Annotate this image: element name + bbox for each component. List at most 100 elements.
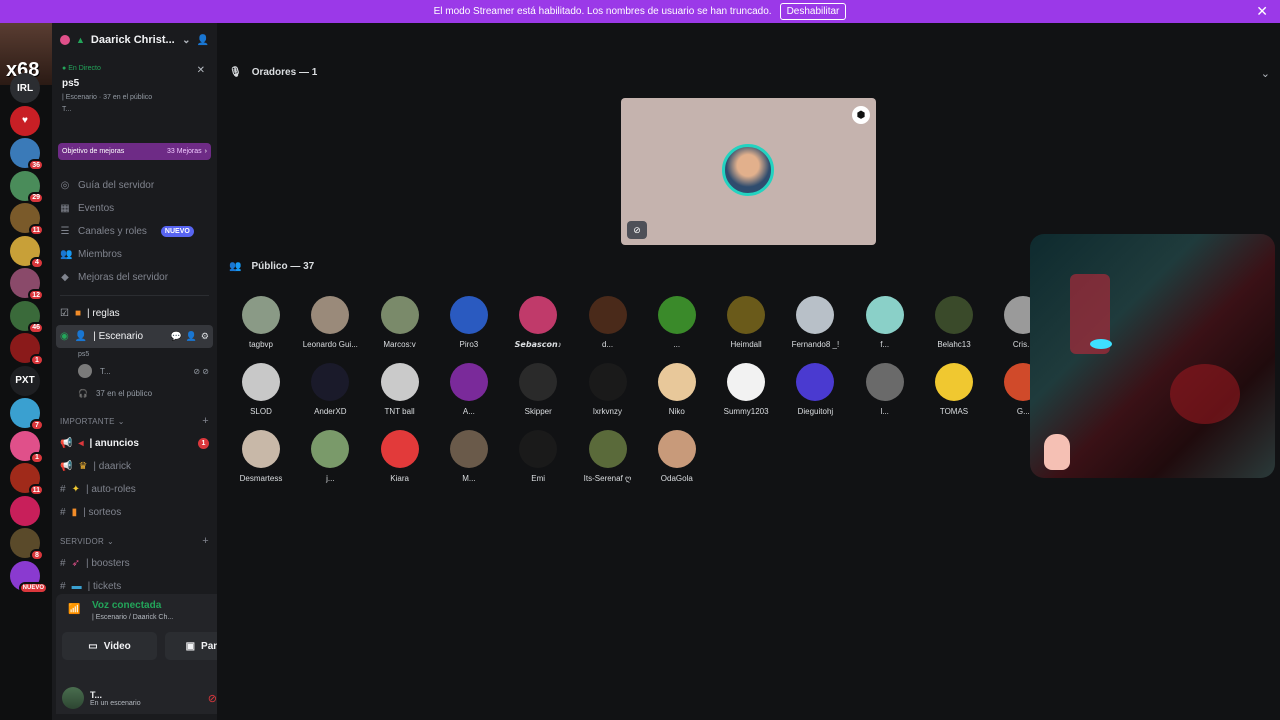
speaker-tile[interactable]: ⬢ ⊘ xyxy=(621,98,876,245)
audience-name: Marcos:v xyxy=(383,340,416,349)
audience-member[interactable]: SLOD xyxy=(227,363,295,416)
audience-member[interactable]: 𝙎𝙚𝙗𝙖𝙨𝙘𝙤𝙣♪ xyxy=(504,296,572,349)
server-icon[interactable]: 36 xyxy=(10,138,44,171)
audience-member[interactable]: Fernando8 _! xyxy=(781,296,849,349)
nav-channels-roles[interactable]: ☰ Canales y roles NUEVO xyxy=(52,220,217,243)
chat-icon[interactable]: 💬 xyxy=(170,331,181,342)
mention-badge: 11 xyxy=(28,224,44,236)
members-icon: 👥 xyxy=(60,249,73,260)
plus-icon[interactable]: + xyxy=(202,535,209,547)
server-icon[interactable]: 29 xyxy=(10,170,44,204)
mic-icon: 🎙 xyxy=(229,67,242,78)
close-icon[interactable]: ✕ xyxy=(1256,3,1268,20)
server-icon[interactable]: 7 xyxy=(10,398,44,431)
disable-streamer-mode-button[interactable]: Deshabilitar xyxy=(779,3,847,20)
audience-member[interactable]: Heimdall xyxy=(712,296,780,349)
audience-member[interactable]: Summy1203 xyxy=(712,363,780,416)
audience-member[interactable]: tagbvp xyxy=(227,296,295,349)
audience-member[interactable]: Leonardo Gui... xyxy=(296,296,364,349)
server-icon[interactable]: 11 xyxy=(10,203,44,236)
audience-member[interactable]: TNT ball xyxy=(366,363,434,416)
audience-member[interactable]: Marcos:v xyxy=(366,296,434,349)
audience-member[interactable]: Belahc13 xyxy=(920,296,988,349)
add-member-icon[interactable]: 👤 xyxy=(197,35,209,46)
server-icon[interactable]: 1 xyxy=(10,333,44,366)
audience-member[interactable]: lxrkvnzy xyxy=(574,363,642,416)
audience-member[interactable]: Piro3 xyxy=(435,296,503,349)
video-button[interactable]: ▭ Video xyxy=(62,632,157,660)
rules-icon: ☑ xyxy=(60,308,69,319)
live-stage-card[interactable]: ● En Directo ✕ ps5 | Escenario · 37 en e… xyxy=(58,61,211,135)
signal-icon[interactable]: 📶 xyxy=(68,604,80,615)
audience-member[interactable]: Desmartess xyxy=(227,430,295,483)
mention-badge: 8 xyxy=(30,549,44,561)
channel-escenario[interactable]: ◉ 👤 | Escenario 💬 👤 ⚙ xyxy=(56,325,213,348)
audience-member[interactable]: Niko xyxy=(643,363,711,416)
stage-audience-row[interactable]: 🎧 37 en el público xyxy=(52,382,217,404)
video-label: Video xyxy=(103,640,131,652)
mic-muted-icon[interactable]: ⊘ xyxy=(208,692,217,705)
crown-icon: ♛ xyxy=(78,461,88,472)
close-icon[interactable]: ✕ xyxy=(197,65,205,76)
server-icon[interactable]: 8 xyxy=(10,528,44,561)
server-icon[interactable]: 11 xyxy=(10,463,44,496)
voice-sub[interactable]: | Escenario / Daarick Ch... xyxy=(92,614,173,621)
boost-goal-bar[interactable]: Objetivo de mejoras 33 Mejoras › xyxy=(58,143,211,160)
nav-members[interactable]: 👥 Miembros xyxy=(52,243,217,266)
server-icon[interactable]: IRL xyxy=(10,73,40,103)
server-icon[interactable]: ♥ xyxy=(10,105,40,136)
mention-badge: 46 xyxy=(28,321,44,334)
chevron-down-icon[interactable]: ⌄ xyxy=(1261,67,1270,80)
announcement-icon: 📢 xyxy=(60,461,73,472)
audience-member[interactable]: l... xyxy=(851,363,919,416)
gear-icon[interactable]: ⚙ xyxy=(201,331,209,342)
category-importante[interactable]: IMPORTANTE ⌄ + xyxy=(52,410,217,432)
audience-member[interactable]: OdaGola xyxy=(643,430,711,483)
nav-boost[interactable]: ◆ Mejoras del servidor xyxy=(52,266,217,289)
mention-badge: 7 xyxy=(30,419,44,431)
server-icon[interactable]: 1 xyxy=(10,430,44,464)
audience-name: TOMAS xyxy=(939,407,969,416)
server-icon[interactable]: 46 xyxy=(10,300,44,334)
channel-auto-roles[interactable]: # ✦ | auto-roles xyxy=(52,478,217,501)
channel-boosters[interactable]: # ➶ | boosters xyxy=(52,552,217,575)
stage-speaker-row[interactable]: T... ⊘ ⊘ xyxy=(52,360,217,382)
channel-sorteos[interactable]: # ▮ | sorteos xyxy=(52,501,217,524)
channel-anuncios[interactable]: 📢 ◂ | anuncios 1 xyxy=(52,432,217,455)
plus-icon[interactable]: + xyxy=(202,415,209,427)
audience-member[interactable]: f... xyxy=(851,296,919,349)
nav-calendar[interactable]: ▦ Eventos xyxy=(52,197,217,220)
server-icon[interactable]: PXT xyxy=(10,365,40,396)
server-icon[interactable]: 4 xyxy=(10,235,44,269)
server-icon[interactable] xyxy=(10,495,40,526)
audience-member[interactable]: TOMAS xyxy=(920,363,988,416)
audience-member[interactable]: A... xyxy=(435,363,503,416)
audience-member[interactable]: Dieguitohj xyxy=(781,363,849,416)
server-header[interactable]: ▲ Daarick Christ... ⌄ 👤 xyxy=(52,23,217,57)
avatar[interactable] xyxy=(62,687,84,709)
server-icon[interactable]: 12 xyxy=(10,268,44,301)
audience-name: 𝙎𝙚𝙗𝙖𝙨𝙘𝙤𝙣♪ xyxy=(514,340,562,349)
audience-member[interactable]: j... xyxy=(296,430,364,483)
audience-member[interactable]: M... xyxy=(435,430,503,483)
nav-label: Eventos xyxy=(78,203,115,214)
audience-member[interactable]: Kiara xyxy=(366,430,434,483)
chevron-down-icon[interactable]: ⌄ xyxy=(182,35,190,46)
avatar xyxy=(519,296,558,334)
video-off-icon: ▭ xyxy=(88,640,98,652)
invite-icon[interactable]: 👤 xyxy=(186,331,197,342)
audience-member[interactable]: Its-Serenaf ღ xyxy=(574,430,642,483)
audience-name: Piro3 xyxy=(459,340,479,349)
audience-member[interactable]: d... xyxy=(574,296,642,349)
nav-guide[interactable]: ◎ Guía del servidor xyxy=(52,174,217,197)
audience-member[interactable]: AnderXD xyxy=(296,363,364,416)
category-servidor[interactable]: SERVIDOR ⌄ + xyxy=(52,530,217,552)
server-icon[interactable]: NUEVO xyxy=(10,560,48,594)
audience-member[interactable]: ... xyxy=(643,296,711,349)
channel-daarick[interactable]: 📢 ♛ | daarick xyxy=(52,455,217,478)
voice-status[interactable]: Voz conectada xyxy=(92,600,161,611)
audience-member[interactable]: Skipper xyxy=(504,363,572,416)
audience-name: l... xyxy=(880,407,889,416)
channel-reglas[interactable]: ☑ ■ | reglas xyxy=(52,302,217,325)
audience-member[interactable]: Emi xyxy=(504,430,572,483)
